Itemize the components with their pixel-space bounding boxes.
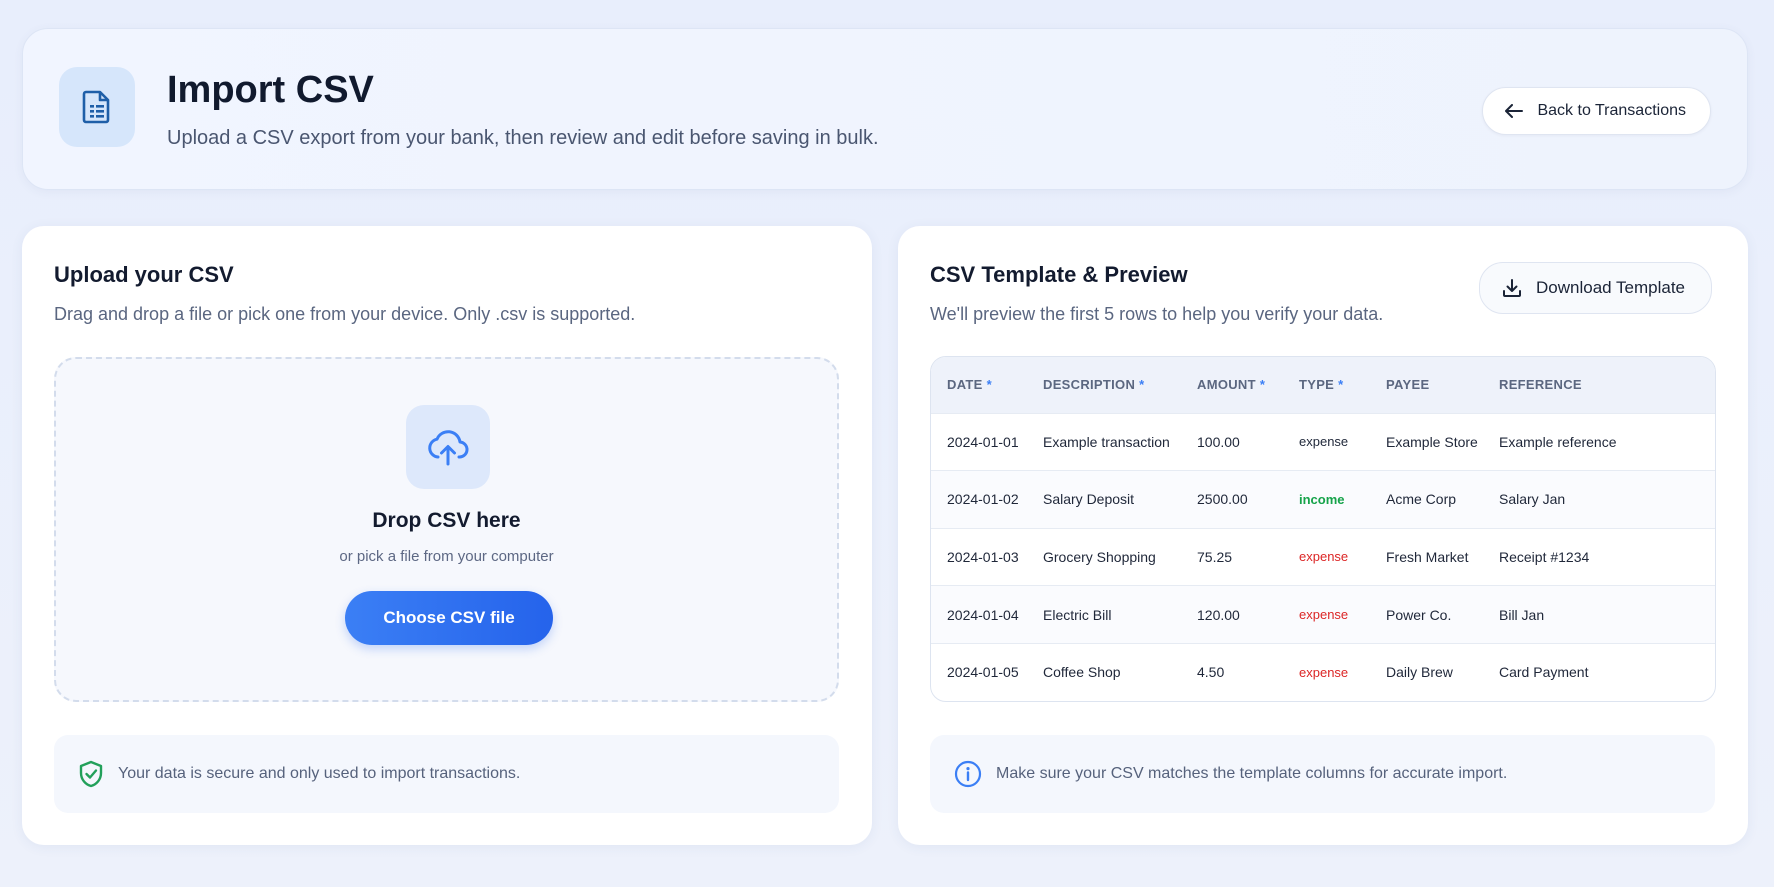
template-info-note: Make sure your CSV matches the template … <box>930 735 1715 813</box>
cell-description: Salary Deposit <box>1043 491 1135 508</box>
back-to-transactions-button[interactable]: Back to Transactions <box>1482 87 1711 135</box>
column-header-description: DESCRIPTION * <box>1043 377 1145 393</box>
cell-amount: 75.25 <box>1197 548 1233 565</box>
page-header: Import CSV Upload a CSV export from your… <box>22 28 1748 190</box>
drop-subtitle: or pick a file from your computer <box>339 548 554 565</box>
cell-reference: Salary Jan <box>1499 491 1566 508</box>
cell-reference: Bill Jan <box>1499 606 1545 623</box>
back-button-label: Back to Transactions <box>1537 102 1686 119</box>
cell-type: expense <box>1299 434 1349 450</box>
column-header-amount: AMOUNT * <box>1197 377 1266 393</box>
download-template-label: Download Template <box>1536 278 1685 297</box>
cell-description: Grocery Shopping <box>1043 548 1156 565</box>
cell-date: 2024-01-01 <box>947 433 1019 450</box>
cell-date: 2024-01-04 <box>947 606 1019 623</box>
cell-reference: Receipt #1234 <box>1499 548 1590 565</box>
cell-type: expense <box>1299 607 1349 623</box>
cell-description: Electric Bill <box>1043 606 1112 623</box>
cell-date: 2024-01-02 <box>947 491 1019 508</box>
cell-payee: Example Store <box>1386 433 1478 450</box>
template-info-text: Make sure your CSV matches the template … <box>996 765 1508 782</box>
column-header-type: TYPE * <box>1299 377 1344 393</box>
cell-description: Example transaction <box>1043 433 1170 450</box>
shield-check-icon <box>79 760 103 788</box>
choose-csv-button[interactable]: Choose CSV file <box>345 591 553 645</box>
cell-type: expense <box>1299 664 1349 680</box>
table-header-row: DATE * DESCRIPTION * AMOUNT * TYPE * PAYEE R… <box>931 357 1715 413</box>
table-row: 2024-01-05 Coffee Shop 4.50 expense Dail… <box>931 643 1715 701</box>
cell-payee: Fresh Market <box>1386 548 1469 565</box>
upload-card: Upload your CSV Drag and drop a file or … <box>22 226 872 845</box>
info-icon <box>954 760 982 788</box>
cell-date: 2024-01-03 <box>947 548 1019 565</box>
preview-title: CSV Template & Preview <box>930 262 1188 287</box>
cell-payee: Daily Brew <box>1386 664 1453 681</box>
column-header-reference: REFERENCE <box>1499 377 1582 393</box>
cell-date: 2024-01-05 <box>947 664 1019 681</box>
column-header-payee: PAYEE <box>1386 377 1430 393</box>
table-row: 2024-01-03 Grocery Shopping 75.25 expens… <box>931 528 1715 586</box>
table-row: 2024-01-01 Example transaction 100.00 ex… <box>931 413 1715 471</box>
cell-type: expense <box>1299 549 1349 565</box>
csv-dropzone[interactable]: Drop CSV here or pick a file from your c… <box>54 357 839 702</box>
cell-amount: 4.50 <box>1197 664 1225 681</box>
column-header-date: DATE * <box>947 377 992 393</box>
arrow-left-icon <box>1505 104 1524 118</box>
preview-table: DATE * DESCRIPTION * AMOUNT * TYPE * PAYEE R… <box>930 356 1716 702</box>
cloud-upload-icon <box>406 405 490 489</box>
page-title: Import CSV <box>167 69 374 111</box>
security-note-text: Your data is secure and only used to imp… <box>118 765 521 782</box>
upload-title: Upload your CSV <box>54 262 234 287</box>
cell-amount: 120.00 <box>1197 606 1240 623</box>
document-icon <box>59 67 135 147</box>
cell-reference: Card Payment <box>1499 664 1589 681</box>
cell-type: income <box>1299 491 1345 507</box>
drop-title: Drop CSV here <box>372 509 521 532</box>
download-icon <box>1503 279 1521 297</box>
table-row: 2024-01-04 Electric Bill 120.00 expense … <box>931 585 1715 644</box>
upload-subtitle: Drag and drop a file or pick one from yo… <box>54 304 636 324</box>
preview-subtitle: We'll preview the first 5 rows to help y… <box>930 304 1384 324</box>
cell-payee: Acme Corp <box>1386 491 1457 508</box>
page-subtitle: Upload a CSV export from your bank, then… <box>167 127 879 149</box>
preview-card: CSV Template & Preview We'll preview the… <box>898 226 1748 845</box>
cell-description: Coffee Shop <box>1043 664 1121 681</box>
cell-amount: 100.00 <box>1197 433 1240 450</box>
cell-payee: Power Co. <box>1386 606 1452 623</box>
cell-reference: Example reference <box>1499 433 1617 450</box>
download-template-button[interactable]: Download Template <box>1479 262 1712 314</box>
cell-amount: 2500.00 <box>1197 491 1248 508</box>
security-note: Your data is secure and only used to imp… <box>54 735 839 813</box>
table-row: 2024-01-02 Salary Deposit 2500.00 income… <box>931 470 1715 529</box>
